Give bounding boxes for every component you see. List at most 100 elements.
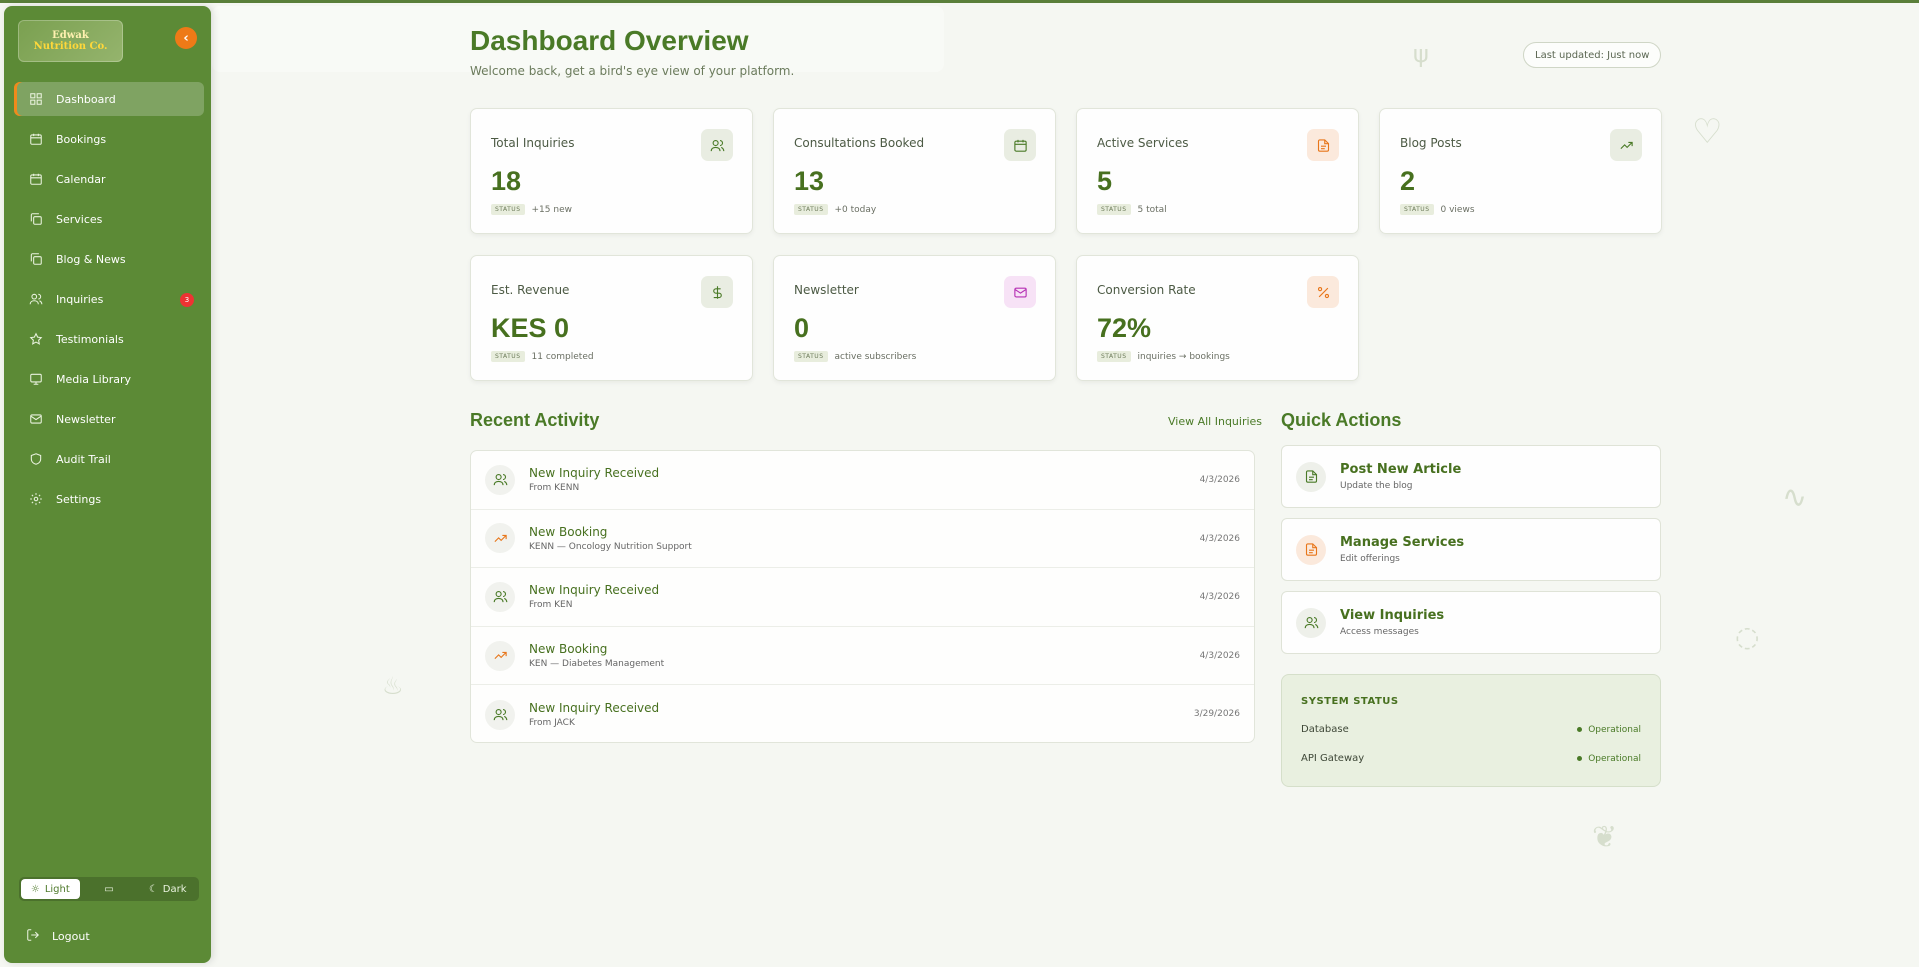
sidebar-item-inquiries[interactable]: Inquiries 3 <box>14 282 204 316</box>
background-pulse-icon: ∿ <box>1782 480 1808 515</box>
theme-dark-button[interactable]: ☾ Dark <box>138 879 197 899</box>
system-status-panel: SYSTEM STATUS Database Operational API G… <box>1281 674 1661 787</box>
stat-value: KES 0 <box>491 313 570 343</box>
stat-card-total-inquiries[interactable]: Total Inquiries 18 STATUS +15 new <box>470 108 753 234</box>
activity-row[interactable]: New Booking KENN — Oncology Nutrition Sup… <box>471 510 1254 569</box>
activity-row[interactable]: New Booking KEN — Diabetes Management 4/3… <box>471 627 1254 686</box>
activity-date: 4/3/2026 <box>1199 592 1240 603</box>
stat-card-active-services[interactable]: Active Services 5 STATUS 5 total <box>1076 108 1359 234</box>
trending-icon <box>485 523 515 554</box>
service-state: Operational <box>1588 724 1641 735</box>
sidebar-item-label: Bookings <box>56 132 107 146</box>
stat-label: Active Services <box>1097 136 1189 150</box>
grid-icon <box>28 91 44 107</box>
logout-icon <box>26 928 40 945</box>
sun-icon: ☼ <box>30 883 40 895</box>
service-name: API Gateway <box>1301 753 1365 764</box>
manage-services-button[interactable]: Manage Services Edit offerings <box>1281 518 1661 581</box>
recent-activity-title: Recent Activity <box>470 410 600 430</box>
stat-card-newsletter[interactable]: Newsletter 0 STATUS active subscribers <box>773 255 1056 381</box>
stat-label: Newsletter <box>794 283 859 297</box>
stat-card-est-revenue[interactable]: Est. Revenue KES 0 STATUS 11 completed <box>470 255 753 381</box>
activity-row[interactable]: New Inquiry Received From JACK 3/29/2026 <box>471 685 1254 744</box>
users-icon <box>28 291 44 307</box>
sidebar-item-newsletter[interactable]: Newsletter <box>14 402 204 436</box>
logout-button[interactable]: Logout <box>26 928 90 945</box>
activity-row[interactable]: New Inquiry Received From KEN 4/3/2026 <box>471 568 1254 627</box>
brand-name-line2: Nutrition Co. <box>33 41 108 52</box>
activity-subtitle: KEN — Diabetes Management <box>529 659 665 670</box>
activity-title: New Inquiry Received <box>529 466 660 481</box>
stat-note: active subscribers <box>834 351 917 362</box>
stat-note: inquiries → bookings <box>1137 351 1230 362</box>
stat-label: Conversion Rate <box>1097 283 1196 297</box>
status-pill: STATUS <box>1097 204 1131 215</box>
quick-action-title: Post New Article <box>1340 462 1462 477</box>
mail-icon <box>1004 276 1036 308</box>
activity-row[interactable]: New Inquiry Received From KENN 4/3/2026 <box>471 451 1254 510</box>
sidebar-item-calendar[interactable]: Calendar <box>14 162 204 196</box>
sidebar-item-media-library[interactable]: Media Library <box>14 362 204 396</box>
activity-date: 4/3/2026 <box>1199 533 1240 544</box>
calendar-icon <box>28 171 44 187</box>
brand-name-line1: Edwak <box>52 30 89 41</box>
theme-light-button[interactable]: ☼ Light <box>21 879 80 899</box>
document-icon <box>1296 461 1326 492</box>
trending-icon <box>485 640 515 671</box>
sidebar-item-audit-trail[interactable]: Audit Trail <box>14 442 204 476</box>
theme-switch: ☼ Light ▭ ☾ Dark <box>19 877 199 901</box>
quick-action-subtitle: Update the blog <box>1340 481 1413 491</box>
top-accent-line <box>0 0 1919 3</box>
laptop-icon: ▭ <box>104 883 114 895</box>
stat-label: Consultations Booked <box>794 136 925 150</box>
users-icon <box>1296 607 1326 638</box>
sidebar-item-label: Settings <box>56 492 102 506</box>
sidebar-item-label: Testimonials <box>56 332 124 346</box>
stat-card-blog-posts[interactable]: Blog Posts 2 STATUS 0 views <box>1379 108 1662 234</box>
stat-note: 11 completed <box>531 351 594 362</box>
sidebar-item-blog[interactable]: Blog & News <box>14 242 204 276</box>
stat-note: +0 today <box>834 204 877 215</box>
sidebar-item-settings[interactable]: Settings <box>14 482 204 516</box>
quick-action-title: View Inquiries <box>1340 608 1445 623</box>
theme-dark-label: Dark <box>162 883 187 895</box>
stat-note: 0 views <box>1440 204 1475 215</box>
users-icon <box>701 129 733 161</box>
stat-label: Blog Posts <box>1400 136 1462 150</box>
stat-value: 5 <box>1097 166 1113 196</box>
collapse-sidebar-button[interactable]: ‹ <box>175 27 197 49</box>
sidebar-item-services[interactable]: Services <box>14 202 204 236</box>
sidebar-item-label: Blog & News <box>56 252 126 266</box>
stat-value: 72% <box>1097 313 1152 343</box>
activity-subtitle: From KENN <box>529 483 580 494</box>
users-icon <box>485 581 515 612</box>
view-inquiries-button[interactable]: View Inquiries Access messages <box>1281 591 1661 654</box>
quick-actions-title: Quick Actions <box>1281 410 1402 430</box>
sidebar-item-bookings[interactable]: Bookings <box>14 122 204 156</box>
logout-label: Logout <box>52 930 90 943</box>
theme-light-label: Light <box>44 883 70 895</box>
quick-action-subtitle: Access messages <box>1340 627 1419 637</box>
system-status-row: Database Operational <box>1301 724 1641 735</box>
stat-card-conversion-rate[interactable]: Conversion Rate 72% STATUS inquiries → bo… <box>1076 255 1359 381</box>
system-status-title: SYSTEM STATUS <box>1301 696 1399 707</box>
activity-subtitle: KENN — Oncology Nutrition Support <box>529 541 692 552</box>
stat-note: 5 total <box>1137 204 1167 215</box>
dollar-icon <box>701 276 733 308</box>
brand-logo[interactable]: Edwak Nutrition Co. <box>18 20 123 62</box>
theme-system-button[interactable]: ▭ <box>80 879 139 899</box>
sidebar-item-label: Dashboard <box>56 92 116 106</box>
stat-card-consultations[interactable]: Consultations Booked 13 STATUS +0 today <box>773 108 1056 234</box>
last-updated-badge: Last updated: Just now <box>1523 42 1662 68</box>
sidebar-item-dashboard[interactable]: Dashboard <box>14 82 204 116</box>
view-all-inquiries-link[interactable]: View All Inquiries <box>1168 415 1262 428</box>
activity-title: New Inquiry Received <box>529 583 660 598</box>
users-icon <box>485 699 515 730</box>
post-new-article-button[interactable]: Post New Article Update the blog <box>1281 445 1661 508</box>
sidebar-item-testimonials[interactable]: Testimonials <box>14 322 204 356</box>
activity-date: 4/3/2026 <box>1199 650 1240 661</box>
sidebar-item-label: Inquiries <box>56 292 104 306</box>
shield-icon <box>28 451 44 467</box>
background-apple-icon: ◌ <box>1735 620 1760 653</box>
stat-value: 18 <box>491 166 522 196</box>
